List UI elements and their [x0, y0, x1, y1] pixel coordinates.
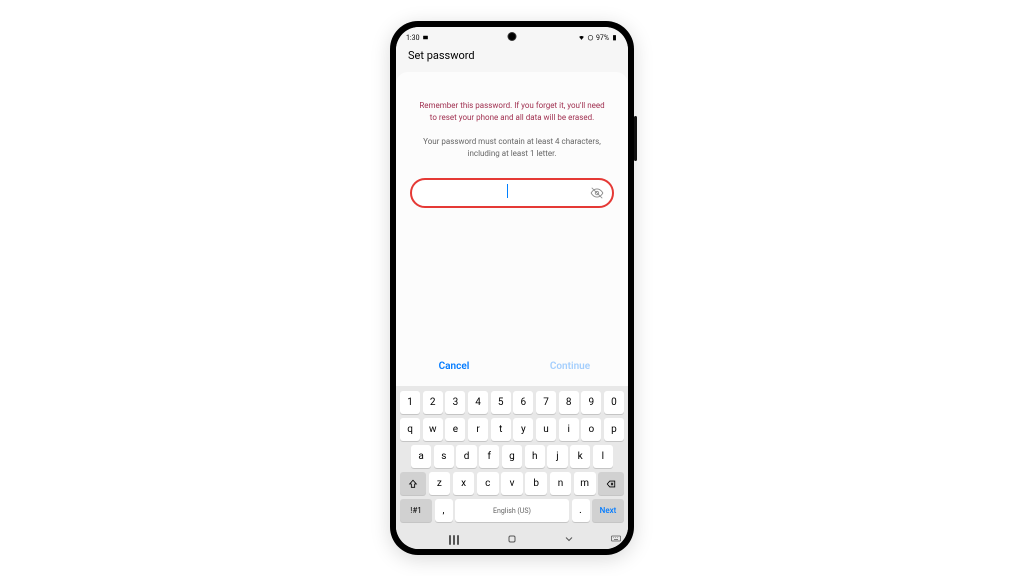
text-cursor: [507, 184, 508, 198]
key-1[interactable]: 1: [400, 391, 420, 414]
key-a[interactable]: a: [411, 445, 431, 468]
key-9[interactable]: 9: [581, 391, 601, 414]
alarm-icon: [587, 34, 594, 41]
key-t[interactable]: t: [491, 418, 511, 441]
hint-text: Your password must contain at least 4 ch…: [408, 136, 616, 160]
key-z[interactable]: z: [429, 472, 451, 495]
key-2[interactable]: 2: [423, 391, 443, 414]
nav-bar: [396, 529, 628, 549]
continue-button: Continue: [512, 357, 628, 376]
battery-icon: [611, 34, 618, 41]
battery-percent: 97%: [596, 34, 609, 42]
key-h[interactable]: h: [525, 445, 545, 468]
backspace-icon: [605, 479, 617, 489]
keyboard: 1234567890 qwertyuiop asdfghjkl zxcvbnm …: [396, 386, 628, 529]
nav-home-button[interactable]: [506, 533, 518, 545]
keyboard-row-3: asdfghjkl: [399, 445, 625, 468]
eye-hidden-icon[interactable]: [590, 186, 604, 200]
password-input-wrapper[interactable]: [410, 178, 614, 208]
status-time: 1:30: [406, 34, 420, 42]
key-n[interactable]: n: [550, 472, 572, 495]
space-key[interactable]: English (US): [455, 499, 569, 522]
key-7[interactable]: 7: [536, 391, 556, 414]
key-0[interactable]: 0: [604, 391, 624, 414]
shift-key[interactable]: [400, 472, 426, 495]
key-p[interactable]: p: [604, 418, 624, 441]
key-f[interactable]: f: [479, 445, 499, 468]
key-c[interactable]: c: [477, 472, 499, 495]
keyboard-row-1: 1234567890: [399, 391, 625, 414]
key-k[interactable]: k: [570, 445, 590, 468]
phone-frame: 1:30 97% Set password Remember this pass…: [390, 21, 634, 555]
nav-back-button[interactable]: [563, 533, 575, 545]
key-s[interactable]: s: [434, 445, 454, 468]
key-l[interactable]: l: [593, 445, 613, 468]
action-buttons: Cancel Continue: [396, 347, 628, 386]
key-y[interactable]: y: [513, 418, 533, 441]
key-e[interactable]: e: [445, 418, 465, 441]
nav-recent-button[interactable]: [449, 535, 461, 543]
cancel-button[interactable]: Cancel: [396, 357, 512, 376]
wifi-icon: [578, 34, 585, 41]
key-i[interactable]: i: [559, 418, 579, 441]
key-x[interactable]: x: [453, 472, 475, 495]
symbols-key[interactable]: !#1: [400, 499, 432, 522]
key-5[interactable]: 5: [491, 391, 511, 414]
page-title: Set password: [396, 45, 628, 72]
key-b[interactable]: b: [525, 472, 547, 495]
shift-icon: [408, 479, 418, 489]
key-r[interactable]: r: [468, 418, 488, 441]
keyboard-row-4: zxcvbnm: [399, 472, 625, 495]
key-u[interactable]: u: [536, 418, 556, 441]
key-j[interactable]: j: [547, 445, 567, 468]
key-w[interactable]: w: [423, 418, 443, 441]
status-misc-icon: [422, 34, 429, 41]
phone-side-button: [634, 116, 637, 161]
key-m[interactable]: m: [574, 472, 596, 495]
password-input[interactable]: [424, 180, 590, 206]
key-4[interactable]: 4: [468, 391, 488, 414]
key-o[interactable]: o: [581, 418, 601, 441]
comma-key[interactable]: ,: [435, 499, 453, 522]
key-8[interactable]: 8: [559, 391, 579, 414]
keyboard-row-5: !#1 , English (US) . Next: [399, 499, 625, 522]
key-g[interactable]: g: [502, 445, 522, 468]
key-d[interactable]: d: [456, 445, 476, 468]
next-key[interactable]: Next: [592, 499, 624, 522]
content-area: Remember this password. If you forget it…: [396, 72, 628, 347]
key-6[interactable]: 6: [513, 391, 533, 414]
key-q[interactable]: q: [400, 418, 420, 441]
period-key[interactable]: .: [572, 499, 590, 522]
key-v[interactable]: v: [501, 472, 523, 495]
keyboard-toggle-icon[interactable]: [610, 533, 622, 545]
camera-notch: [508, 32, 517, 41]
key-3[interactable]: 3: [445, 391, 465, 414]
keyboard-row-2: qwertyuiop: [399, 418, 625, 441]
warning-text: Remember this password. If you forget it…: [408, 100, 616, 124]
phone-screen: 1:30 97% Set password Remember this pass…: [396, 27, 628, 549]
backspace-key[interactable]: [598, 472, 624, 495]
